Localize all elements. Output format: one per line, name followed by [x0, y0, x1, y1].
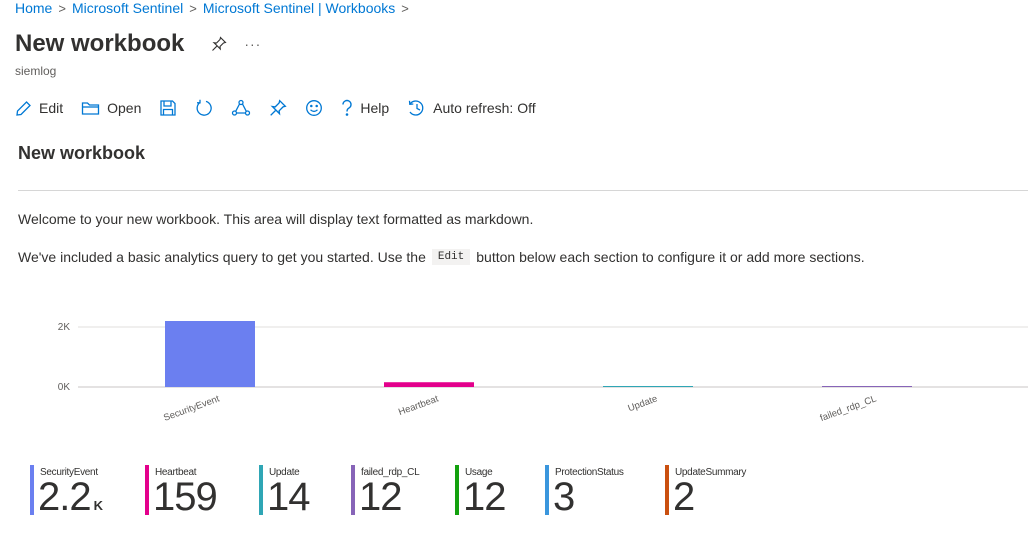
x-tick-label: SecurityEvent [162, 393, 221, 424]
share-icon [232, 99, 251, 116]
pencil-icon [16, 100, 31, 116]
breadcrumb-separator: > [401, 0, 409, 16]
x-tick-label: failed_rdp_CL [819, 393, 878, 424]
open-button[interactable]: Open [81, 96, 141, 120]
welcome-text: Welcome to your new workbook. This area … [18, 211, 534, 227]
history-icon [409, 100, 424, 116]
tile-value: 3 [553, 475, 575, 519]
tile-value: 12 [463, 475, 506, 519]
tile-value: 2 [673, 475, 695, 519]
tile-color-bar [259, 465, 263, 515]
refresh-icon [196, 99, 213, 116]
section-title: New workbook [18, 143, 146, 163]
auto-refresh-label: Auto refresh: Off [433, 100, 536, 116]
toolbar: Edit Open Help Auto refresh: Off [15, 96, 554, 120]
tile-color-bar [665, 465, 669, 515]
page-subtitle: siemlog [15, 64, 57, 78]
breadcrumb-separator: > [189, 0, 197, 16]
instructions-text: We've included a basic analytics query t… [18, 249, 865, 265]
instructions-text-start: We've included a basic analytics query t… [18, 249, 426, 265]
tile-value: 2.2 K [38, 475, 103, 528]
edit-label: Edit [39, 100, 64, 116]
tile-color-bar [145, 465, 149, 515]
edit-code-snippet: Edit [431, 249, 471, 265]
folder-icon [81, 102, 100, 115]
open-label: Open [107, 100, 142, 116]
edit-button[interactable]: Edit [15, 96, 63, 120]
tile-color-bar [455, 465, 459, 515]
help-button[interactable]: Help [341, 96, 389, 120]
x-tick-label: Update [626, 393, 659, 414]
smiley-icon [306, 100, 323, 116]
tile-number: 2 [673, 475, 695, 519]
count-tile[interactable]: UpdateSummary 2 [665, 463, 765, 519]
title-row: New workbook ··· [15, 30, 261, 58]
question-icon [342, 99, 353, 116]
bar-chart: 2K 0K SecurityEvent Heartbeat Update failed_r… [58, 321, 1028, 424]
pin-button[interactable] [269, 96, 288, 120]
breadcrumb-workbooks[interactable]: Microsoft Sentinel | Workbooks [203, 0, 395, 16]
x-tick-label: Heartbeat [397, 393, 440, 418]
tile-color-bar [30, 465, 34, 515]
more-options-icon[interactable]: ··· [244, 36, 261, 52]
tile-color-bar [545, 465, 549, 515]
page-title: New workbook [15, 30, 185, 57]
y-tick-label: 0K [58, 382, 71, 393]
tile-number: 12 [463, 475, 506, 519]
breadcrumb: Home > Microsoft Sentinel > Microsoft Se… [15, 0, 415, 16]
y-tick-label: 2K [58, 322, 71, 333]
auto-refresh-button[interactable]: Auto refresh: Off [407, 96, 536, 120]
instructions-text-end: button below each section to configure i… [476, 249, 865, 265]
chart-bar [165, 321, 255, 387]
tile-number: 3 [553, 475, 575, 519]
breadcrumb-sentinel[interactable]: Microsoft Sentinel [72, 0, 183, 16]
tile-value: 14 [267, 475, 310, 519]
count-tile[interactable]: Usage 12 [455, 463, 545, 519]
count-tile[interactable]: SecurityEvent 2.2 K [30, 463, 145, 519]
refresh-button[interactable] [195, 96, 213, 120]
chart-bar [822, 386, 912, 387]
chart-bar [603, 386, 693, 387]
tile-number: 14 [267, 475, 310, 519]
tile-number: 2.2 [38, 475, 92, 519]
chart-bar [384, 382, 474, 387]
tile-number: 159 [153, 475, 218, 519]
share-button[interactable] [231, 96, 251, 120]
tile-value: 12 [359, 475, 402, 519]
tile-number: 12 [359, 475, 402, 519]
pin-icon[interactable] [210, 35, 228, 53]
feedback-button[interactable] [305, 96, 323, 120]
breadcrumb-separator: > [58, 0, 66, 16]
tile-unit: K [93, 498, 103, 513]
count-tiles: SecurityEvent 2.2 K Heartbeat 159 Update 14 fai… [30, 463, 765, 519]
help-label: Help [360, 100, 390, 116]
count-tile[interactable]: Update 14 [259, 463, 351, 519]
count-tile[interactable]: ProtectionStatus 3 [545, 463, 665, 519]
tile-color-bar [351, 465, 355, 515]
pin-icon [270, 99, 288, 116]
save-icon [160, 100, 177, 116]
save-button[interactable] [159, 96, 177, 120]
count-tile[interactable]: Heartbeat 159 [145, 463, 259, 519]
divider [18, 190, 1028, 191]
tile-value: 159 [153, 475, 218, 519]
count-tile[interactable]: failed_rdp_CL 12 [351, 463, 455, 519]
breadcrumb-home[interactable]: Home [15, 0, 52, 16]
